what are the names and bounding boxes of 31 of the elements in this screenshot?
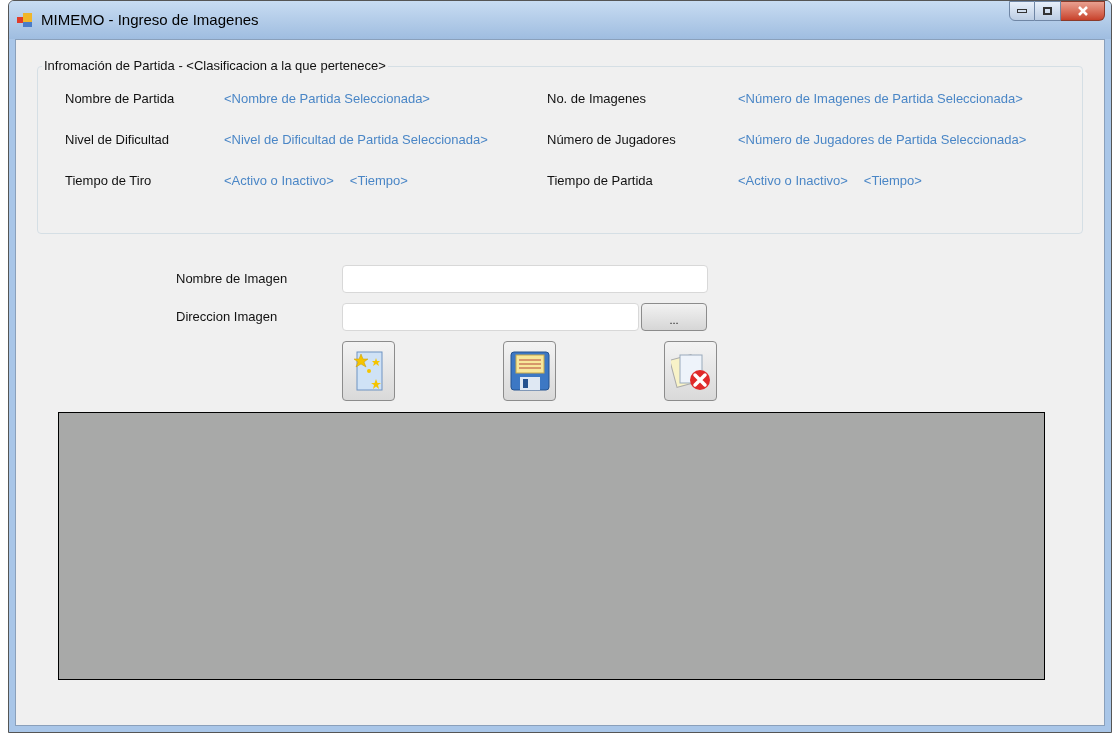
placeholder-value: <Nombre de Partida Seleccionada> [224,90,430,109]
field-label: Tiempo de Tiro [65,172,153,191]
placeholder-value: <Activo o Inactivo> [224,172,334,191]
field-label: Nivel de Dificultad [65,131,171,150]
placeholder-value: <Nivel de Dificultad de Partida Seleccionada> [224,131,488,150]
save-button[interactable] [503,341,556,401]
delete-button[interactable] [664,341,717,401]
field-label: Nombre de Imagen [176,270,289,289]
field-label: Nombre de Partida [65,90,176,109]
close-button[interactable] [1061,1,1105,21]
browse-button[interactable]: ... [641,303,707,331]
image-path-field[interactable] [342,303,639,331]
field-label: Direccion Imagen [176,308,279,327]
close-icon [1077,6,1088,16]
stars-document-icon [353,351,384,391]
placeholder-value: <Tiempo> [349,172,408,191]
placeholder-value: <Tiempo> [863,172,922,191]
window-title: MIMEMO - Ingreso de Imagenes [41,9,259,30]
field-label: No. de Imagenes [547,90,647,109]
placeholder-value: <Número de Imagenes de Partida Seleccionada> [738,90,1023,109]
app-icon [17,12,33,28]
field-label: Número de Jugadores [547,131,677,150]
group-title: Infromación de Partida - <Clasificacion a la que pertenece> [42,58,388,74]
image-name-field[interactable] [342,265,708,293]
field-label: Tiempo de Partida [547,172,654,191]
delete-documents-icon [670,351,711,391]
minimize-button[interactable] [1009,1,1035,21]
placeholder-value: <Activo o Inactivo> [738,172,848,191]
maximize-button[interactable] [1035,1,1061,21]
placeholder-value: <Número de Jugadores de Partida Seleccionada> [738,131,1027,150]
new-button[interactable] [342,341,395,401]
